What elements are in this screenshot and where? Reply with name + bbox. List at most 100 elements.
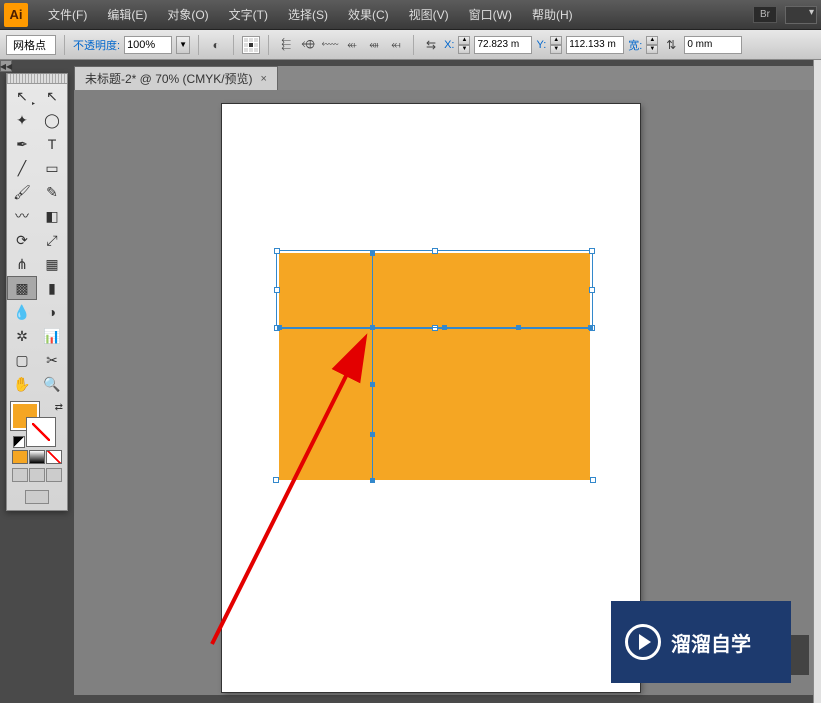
eraser-tool[interactable]: ◧ (37, 204, 67, 228)
menu-view[interactable]: 视图(V) (399, 2, 459, 27)
pen-tool[interactable]: ✒ (7, 132, 37, 156)
handle-tr[interactable] (589, 248, 595, 254)
artboard-tool[interactable]: ▢ (7, 348, 37, 372)
column-graph-tool[interactable]: 📊 (37, 324, 67, 348)
y-label[interactable]: Y: (536, 39, 546, 51)
handle-mr[interactable] (589, 287, 595, 293)
w-stepper[interactable]: ▲▼ (646, 36, 658, 54)
slice-tool[interactable]: ✂ (37, 348, 67, 372)
transform-icon[interactable]: ⇆ (422, 36, 440, 54)
menu-object[interactable]: 对象(O) (157, 2, 218, 27)
w-input[interactable] (684, 36, 742, 54)
handle-tm[interactable] (432, 248, 438, 254)
selection-bounding-box[interactable] (276, 250, 593, 329)
x-stepper[interactable]: ▲▼ (458, 36, 470, 54)
menu-bar: Ai 文件(F) 编辑(E) 对象(O) 文字(T) 选择(S) 效果(C) 视… (0, 0, 821, 30)
recolor-icon[interactable]: ◐ (207, 36, 225, 54)
reference-point[interactable] (242, 36, 260, 54)
expand-panels-tab[interactable]: ◀◀ (0, 60, 12, 72)
mesh-anchor[interactable] (370, 432, 375, 437)
opacity-input[interactable] (124, 36, 172, 54)
draw-normal[interactable] (12, 468, 28, 482)
pencil-tool[interactable]: ✎ (37, 180, 67, 204)
align-right-icon[interactable]: ⬳ (321, 36, 339, 54)
lasso-tool[interactable]: ◯ (37, 108, 67, 132)
mesh-anchor[interactable] (588, 325, 593, 330)
w-label[interactable]: 宽: (628, 37, 642, 53)
handle-bm[interactable] (432, 325, 438, 331)
mesh-anchor[interactable] (516, 325, 521, 330)
color-mode-row (7, 450, 67, 464)
document-tab[interactable]: 未标题-2* @ 70% (CMYK/预览) × (74, 66, 278, 90)
mesh-tool[interactable]: ▩ (7, 276, 37, 300)
line-tool[interactable]: ╱ (7, 156, 37, 180)
link-wh-icon[interactable]: ⇅ (662, 36, 680, 54)
panel-grip[interactable] (7, 74, 67, 84)
align-top-icon[interactable]: ⬴ (343, 36, 361, 54)
scale-tool[interactable]: ⤢ (37, 228, 67, 252)
bridge-button[interactable]: Br (753, 6, 777, 23)
zoom-tool[interactable]: 🔍 (37, 372, 67, 396)
type-tool[interactable]: T (37, 132, 67, 156)
x-label[interactable]: X: (444, 39, 454, 51)
align-bottom-icon[interactable]: ⬶ (387, 36, 405, 54)
swap-colors-icon[interactable]: ⇄ (55, 402, 63, 413)
rectangle-tool[interactable]: ▭ (37, 156, 67, 180)
mesh-anchor[interactable] (277, 325, 282, 330)
document-tab-strip: 未标题-2* @ 70% (CMYK/预览) × (74, 66, 821, 90)
align-center-v-icon[interactable]: ⬵ (365, 36, 383, 54)
draw-behind[interactable] (29, 468, 45, 482)
arrange-documents-button[interactable] (785, 6, 817, 24)
mesh-anchor[interactable] (442, 325, 447, 330)
y-stepper[interactable]: ▲▼ (550, 36, 562, 54)
selection-tool[interactable]: ↖▸ (7, 84, 37, 108)
menu-select[interactable]: 选择(S) (278, 2, 338, 27)
tools-panel: ↖▸ ↖ ✦ ◯ ✒ T ╱ ▭ 🖌 ✎ 〰 ◧ ⟳ ⤢ ⋔ ▦ ▩ ▮ 💧 ◑… (6, 73, 68, 511)
screen-mode-button[interactable] (25, 490, 49, 504)
menu-type[interactable]: 文字(T) (219, 2, 278, 27)
blend-tool[interactable]: ◑ (37, 300, 67, 324)
menu-help[interactable]: 帮助(H) (522, 2, 583, 27)
hand-tool[interactable]: ✋ (7, 372, 37, 396)
color-mode-gradient[interactable] (29, 450, 45, 464)
handle-tl[interactable] (274, 248, 280, 254)
right-panel-strip[interactable] (813, 60, 821, 703)
free-transform-tool[interactable]: ▦ (37, 252, 67, 276)
align-center-h-icon[interactable]: ⬲ (299, 36, 317, 54)
menu-file[interactable]: 文件(F) (38, 2, 97, 27)
align-left-icon[interactable]: ⬱ (277, 36, 295, 54)
close-tab-icon[interactable]: × (261, 73, 267, 85)
default-colors-icon[interactable] (13, 436, 25, 448)
magic-wand-tool[interactable]: ✦ (7, 108, 37, 132)
rotate-tool[interactable]: ⟳ (7, 228, 37, 252)
menu-edit[interactable]: 编辑(E) (97, 2, 157, 27)
stroke-color-swatch[interactable] (27, 418, 55, 446)
paintbrush-tool[interactable]: 🖌 (7, 180, 37, 204)
blob-brush-tool[interactable]: 〰 (7, 204, 37, 228)
width-tool[interactable]: ⋔ (7, 252, 37, 276)
handle-ml[interactable] (274, 287, 280, 293)
gradient-tool[interactable]: ▮ (37, 276, 67, 300)
y-input[interactable] (566, 36, 624, 54)
document-tab-title: 未标题-2* @ 70% (CMYK/预览) (85, 70, 253, 87)
symbol-sprayer-tool[interactable]: ✲ (7, 324, 37, 348)
direct-selection-tool[interactable]: ↖ (37, 84, 67, 108)
handle-outer[interactable] (590, 477, 596, 483)
opacity-label[interactable]: 不透明度: (73, 37, 120, 53)
mesh-anchor[interactable] (370, 382, 375, 387)
eyedropper-tool[interactable]: 💧 (7, 300, 37, 324)
separator (198, 35, 199, 55)
color-mode-none[interactable] (46, 450, 62, 464)
menu-effect[interactable]: 效果(C) (338, 2, 399, 27)
x-input[interactable] (474, 36, 532, 54)
opacity-dropdown[interactable]: ▼ (176, 36, 190, 54)
mesh-anchor[interactable] (370, 478, 375, 483)
draw-inside[interactable] (46, 468, 62, 482)
separator (233, 35, 234, 55)
artboard[interactable] (222, 104, 640, 692)
color-mode-solid[interactable] (12, 450, 28, 464)
mesh-anchor[interactable] (370, 325, 375, 330)
menu-window[interactable]: 窗口(W) (459, 2, 522, 27)
handle-outer[interactable] (273, 477, 279, 483)
mesh-anchor[interactable] (370, 251, 375, 256)
